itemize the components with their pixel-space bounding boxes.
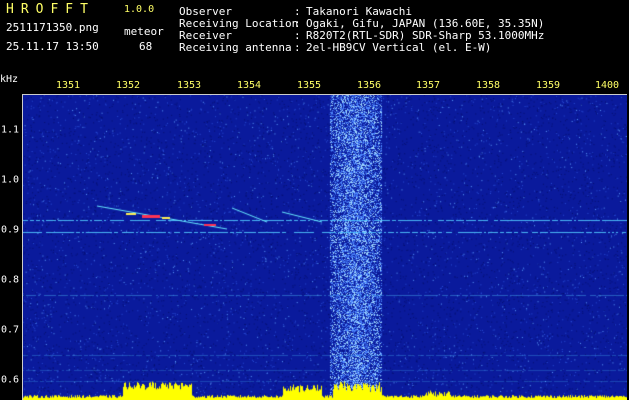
y-tick-1-0: 1.0 [1,174,20,186]
y-tick-0-7: 0.7 [1,324,20,336]
y-tick-0-8: 0.8 [1,274,20,286]
capture-datetime: 25.11.17 13:50 [6,40,99,53]
app-version: 1.0.0 [124,4,155,15]
x-tick-1356: 1356 [356,80,382,91]
y-tick-1-1: 1.1 [1,124,20,136]
x-tick-1357: 1357 [415,80,441,91]
detection-label: meteor [124,25,164,38]
x-tick-1354: 1354 [236,80,262,91]
x-tick-1359: 1359 [535,80,561,91]
x-tick-1400: 1400 [594,80,620,91]
y-tick-0-6: 0.6 [1,374,20,386]
antenna-value: 2el-HB9CV Vertical (el. E-W) [306,41,492,54]
spectrogram [22,94,627,400]
y-tick-0-9: 0.9 [1,224,20,236]
x-tick-1353: 1353 [176,80,202,91]
detection-count: 68 [139,40,153,53]
antenna-label: Receiving antenna [179,41,292,54]
x-tick-1355: 1355 [296,80,322,91]
x-tick-1358: 1358 [475,80,501,91]
antenna-colon: : [294,41,301,54]
file-name: 2511171350.png [6,21,99,34]
app-title: HROFFT [6,2,95,17]
x-tick-1351: 1351 [55,80,81,91]
unit-label: kHz [0,74,19,85]
x-tick-1352: 1352 [115,80,141,91]
